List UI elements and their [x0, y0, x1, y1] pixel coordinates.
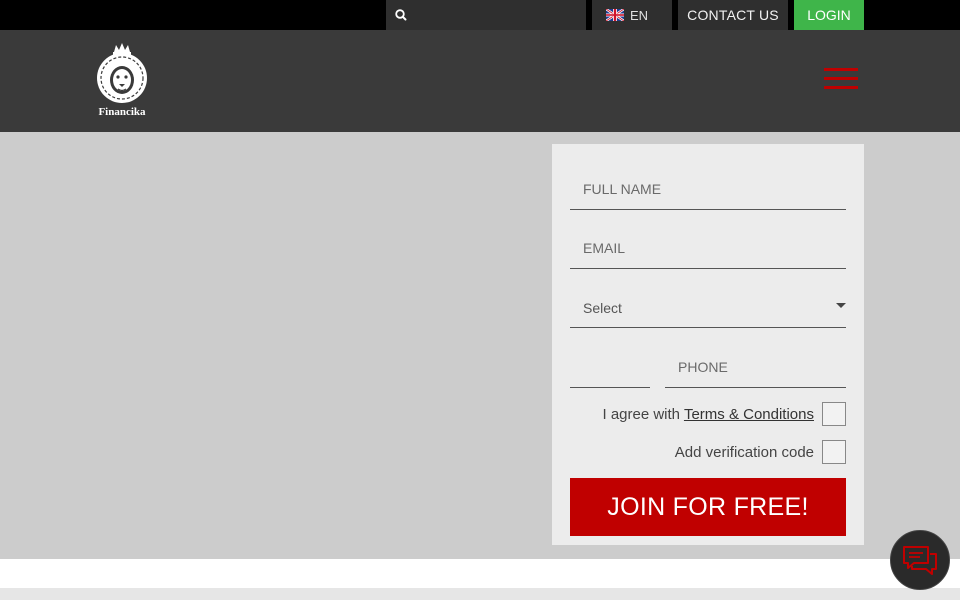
- signup-form: Select I agree with Terms & Conditions A…: [552, 144, 864, 545]
- search-icon[interactable]: [394, 8, 408, 22]
- terms-checkbox[interactable]: [822, 402, 846, 426]
- terms-link[interactable]: Terms & Conditions: [684, 406, 814, 423]
- select-value: Select: [583, 299, 622, 316]
- verification-row: Add verification code: [675, 440, 846, 464]
- verification-label: Add verification code: [674, 443, 814, 461]
- join-button[interactable]: JOIN FOR FREE!: [570, 478, 846, 536]
- top-bar: EN CONTACT US LOGIN: [0, 0, 960, 30]
- verification-checkbox[interactable]: [822, 440, 846, 464]
- contact-us-button[interactable]: CONTACT US: [678, 0, 788, 30]
- language-selector[interactable]: EN: [592, 0, 672, 30]
- footer-band: [0, 588, 960, 600]
- terms-row: I agree with Terms & Conditions: [602, 402, 846, 426]
- caret-down-icon: [836, 303, 846, 308]
- search-input[interactable]: [412, 0, 582, 30]
- chat-bubbles-icon: [903, 546, 937, 575]
- full-name-input[interactable]: [570, 170, 846, 208]
- chat-widget-button[interactable]: [890, 530, 950, 590]
- language-code: EN: [630, 7, 649, 23]
- phone-field[interactable]: [665, 348, 846, 388]
- lion-crest-icon: [97, 43, 147, 103]
- search-box[interactable]: [386, 0, 586, 30]
- terms-prefix: I agree with: [602, 405, 681, 423]
- phone-input[interactable]: [665, 348, 846, 386]
- site-header: Financika: [0, 30, 960, 132]
- email-input[interactable]: [570, 229, 846, 267]
- phone-code-field[interactable]: [570, 348, 650, 388]
- full-name-field[interactable]: [570, 170, 846, 210]
- country-select[interactable]: Select: [570, 288, 846, 328]
- login-button[interactable]: LOGIN: [794, 0, 864, 30]
- uk-flag-icon: [606, 9, 624, 21]
- hamburger-menu-icon[interactable]: [824, 66, 858, 92]
- brand-name: Financika: [98, 106, 146, 118]
- brand-logo[interactable]: Financika: [92, 42, 152, 120]
- terms-label: I agree with Terms & Conditions: [602, 406, 814, 423]
- email-field[interactable]: [570, 229, 846, 269]
